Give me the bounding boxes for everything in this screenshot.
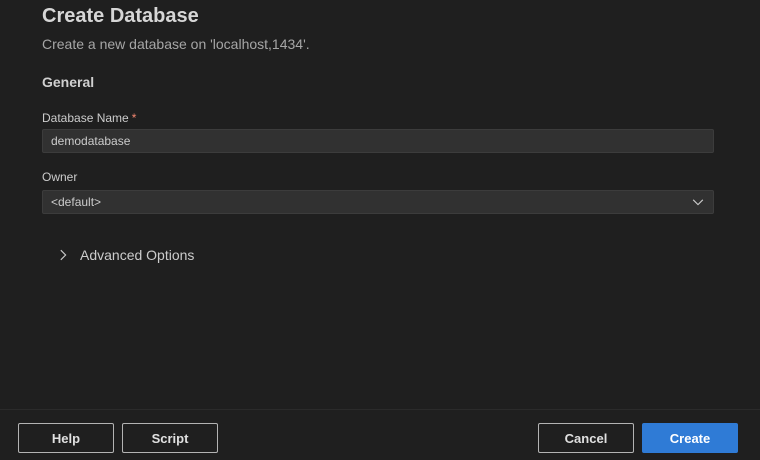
- help-button[interactable]: Help: [18, 423, 114, 453]
- database-name-input[interactable]: [42, 129, 714, 153]
- chevron-down-icon: [692, 199, 704, 206]
- create-database-dialog: Create Database Create a new database on…: [0, 0, 760, 460]
- dialog-footer: Help Script Cancel Create: [0, 409, 760, 460]
- script-button[interactable]: Script: [122, 423, 218, 453]
- chevron-right-icon: [60, 249, 67, 261]
- required-indicator: *: [131, 111, 137, 125]
- database-name-label-text: Database Name: [42, 111, 129, 125]
- database-name-label: Database Name *: [42, 111, 136, 125]
- dialog-title: Create Database: [42, 5, 199, 27]
- create-button[interactable]: Create: [642, 423, 738, 453]
- cancel-button[interactable]: Cancel: [538, 423, 634, 453]
- advanced-options-toggle[interactable]: Advanced Options: [56, 247, 194, 263]
- dialog-subtitle: Create a new database on 'localhost,1434…: [42, 36, 310, 52]
- owner-label: Owner: [42, 170, 78, 184]
- section-heading-general: General: [42, 74, 95, 90]
- owner-select[interactable]: <default>: [42, 190, 714, 214]
- advanced-options-label: Advanced Options: [80, 247, 195, 263]
- owner-selected-value: <default>: [51, 195, 102, 209]
